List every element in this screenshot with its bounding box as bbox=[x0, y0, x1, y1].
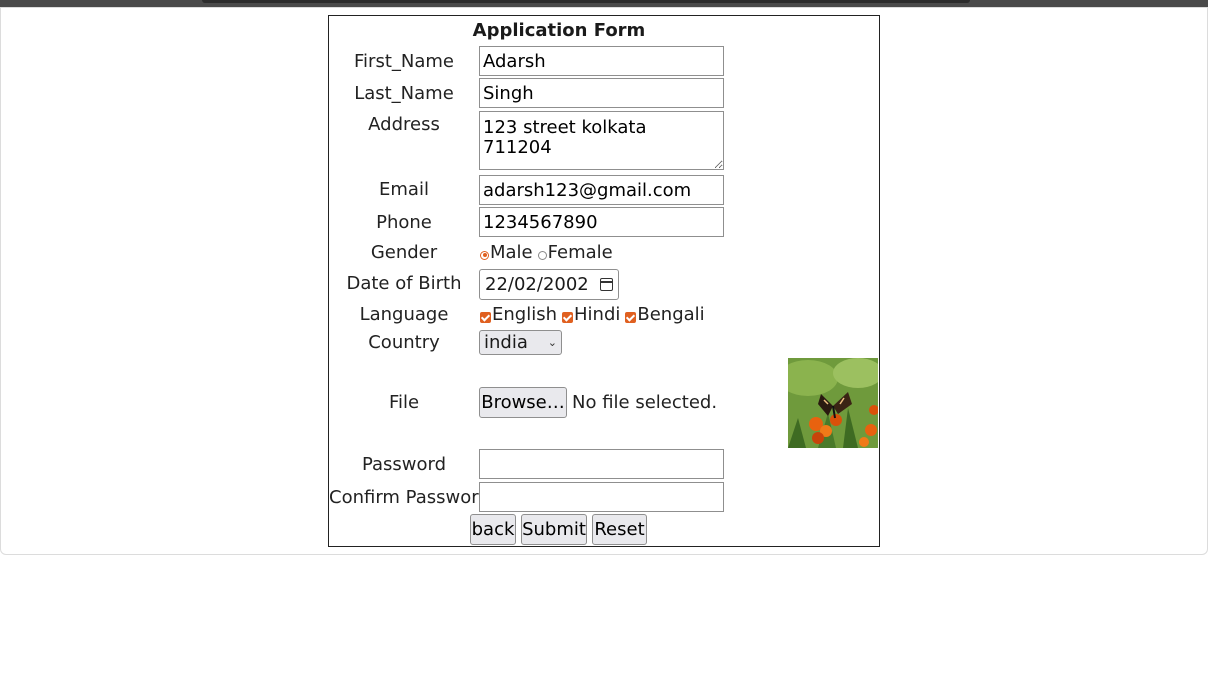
back-button[interactable]: back bbox=[470, 514, 516, 545]
language-bengali-checkbox[interactable] bbox=[625, 311, 637, 323]
country-select[interactable]: india ⌄ bbox=[479, 330, 562, 355]
dob-input[interactable]: 22/02/2002 bbox=[479, 269, 619, 300]
browse-button[interactable]: Browse… bbox=[479, 387, 567, 418]
language-hindi-label[interactable]: Hindi bbox=[574, 304, 620, 325]
address-label: Address bbox=[368, 114, 440, 135]
browser-top-bar bbox=[0, 0, 1208, 7]
dob-label: Date of Birth bbox=[346, 273, 462, 294]
country-label: Country bbox=[368, 332, 440, 353]
gender-female-radio[interactable] bbox=[537, 250, 547, 260]
butterfly-image bbox=[788, 358, 878, 448]
dob-value: 22/02/2002 bbox=[485, 274, 589, 295]
file-status-text: No file selected. bbox=[572, 392, 718, 413]
first-name-input[interactable] bbox=[479, 46, 724, 76]
form-title: Application Form bbox=[472, 20, 646, 41]
phone-label: Phone bbox=[376, 212, 432, 233]
language-english-checkbox[interactable] bbox=[480, 311, 491, 323]
gender-label: Gender bbox=[370, 242, 438, 263]
gender-female-label[interactable]: Female bbox=[548, 242, 613, 263]
language-options: English Hindi Bengali bbox=[480, 304, 705, 325]
language-bengali-label[interactable]: Bengali bbox=[637, 304, 704, 325]
country-selected-value: india bbox=[484, 332, 528, 353]
password-label: Password bbox=[361, 454, 447, 475]
gender-options: Male Female bbox=[480, 242, 613, 263]
calendar-icon[interactable] bbox=[600, 278, 613, 291]
submit-button[interactable]: Submit bbox=[521, 514, 587, 545]
confirm-password-input[interactable] bbox=[479, 482, 724, 512]
reset-button[interactable]: Reset bbox=[592, 514, 647, 545]
language-label: Language bbox=[359, 304, 449, 325]
address-textarea[interactable]: 123 street kolkata 711204 bbox=[479, 111, 724, 170]
file-label: File bbox=[388, 392, 420, 413]
phone-input[interactable] bbox=[479, 207, 724, 237]
chevron-down-icon: ⌄ bbox=[547, 336, 557, 349]
email-label: Email bbox=[379, 179, 429, 200]
gender-male-label[interactable]: Male bbox=[490, 242, 533, 263]
email-input[interactable] bbox=[479, 175, 724, 205]
password-input[interactable] bbox=[479, 449, 724, 479]
last-name-input[interactable] bbox=[479, 78, 724, 108]
language-hindi-checkbox[interactable] bbox=[562, 311, 573, 323]
first-name-label: First_Name bbox=[354, 51, 454, 72]
last-name-label: Last_Name bbox=[354, 83, 454, 104]
language-english-label[interactable]: English bbox=[492, 304, 557, 325]
browser-url-strip bbox=[202, 0, 970, 3]
application-form: Application Form First_Name Last_Name Ad… bbox=[328, 15, 880, 547]
gender-male-radio[interactable] bbox=[480, 250, 489, 260]
confirm-password-label: Confirm Password bbox=[329, 487, 490, 508]
